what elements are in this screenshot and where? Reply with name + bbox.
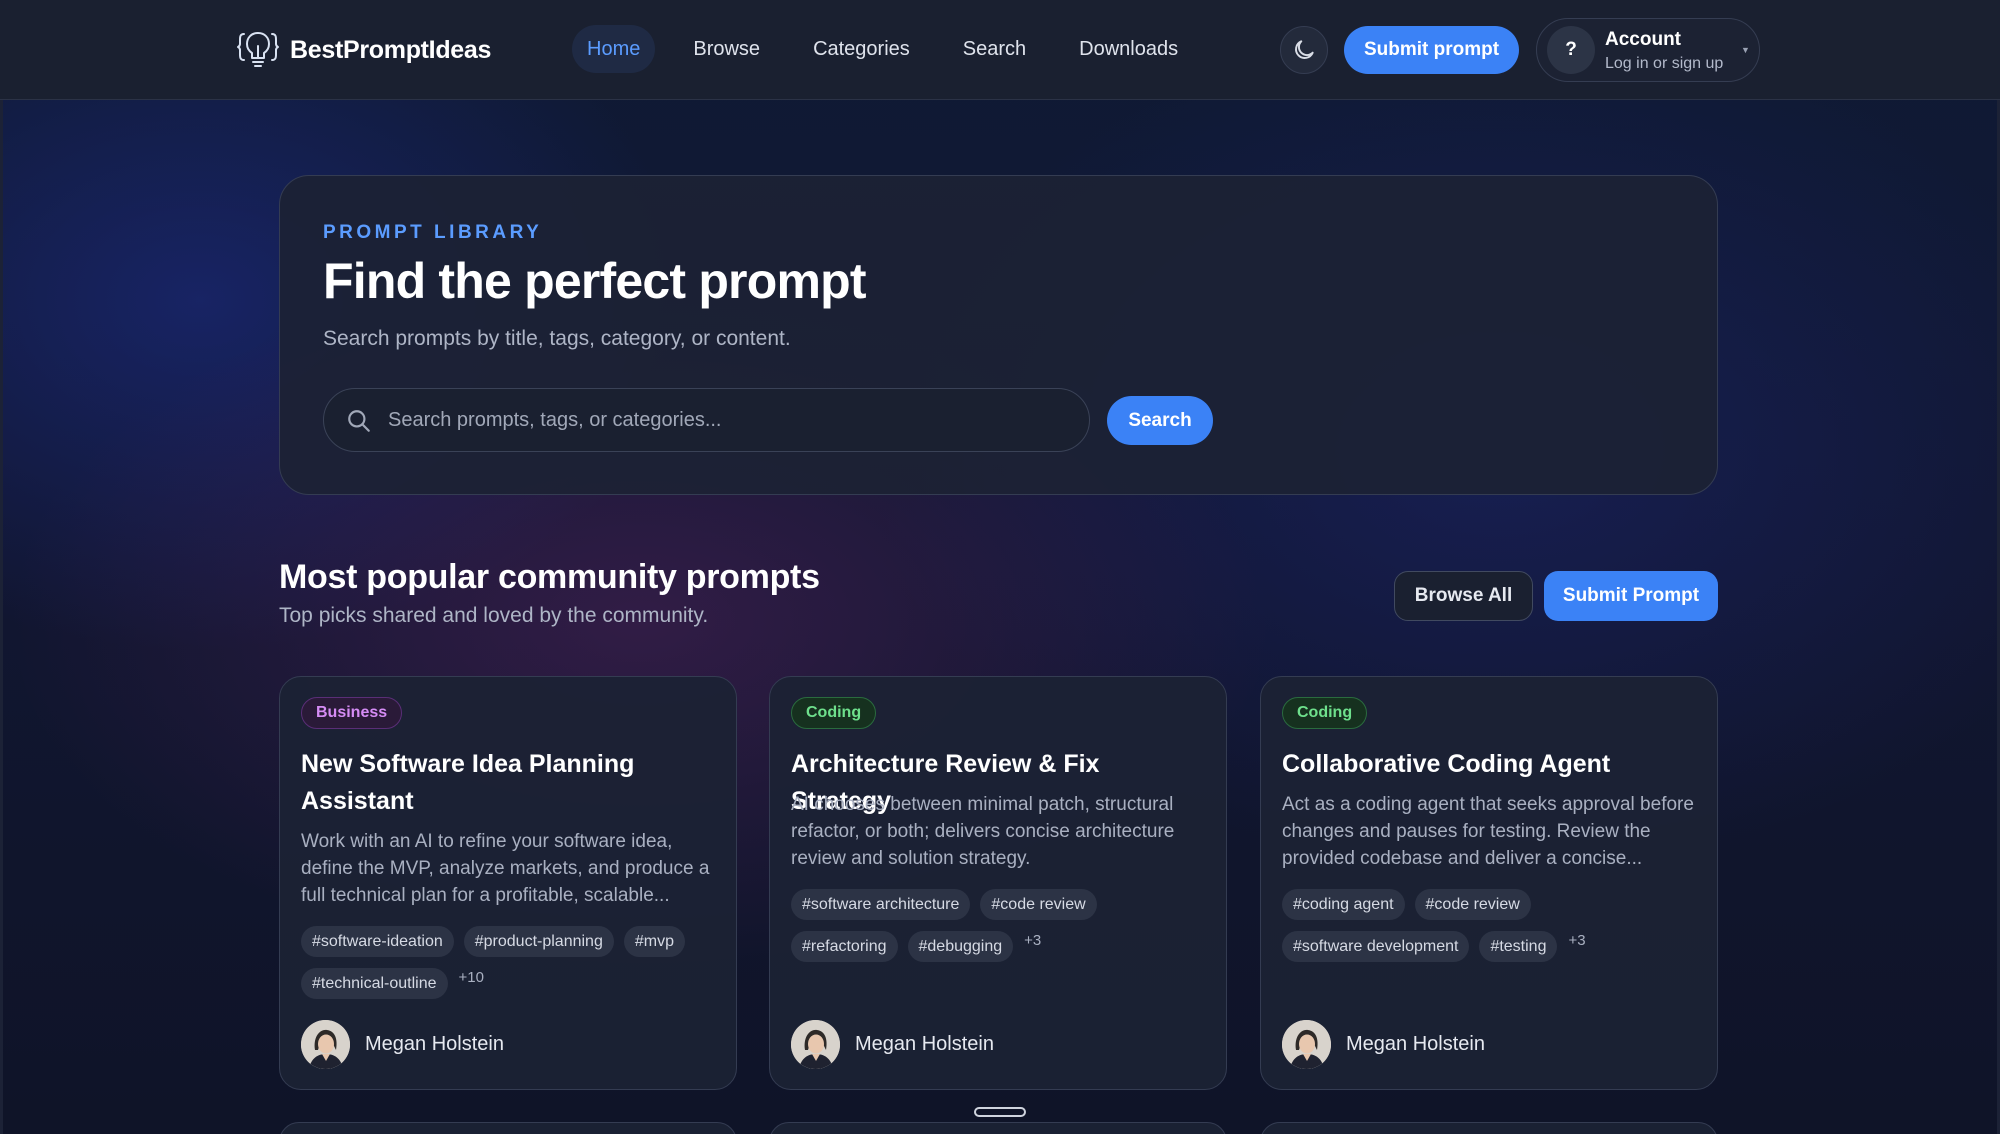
nav-home[interactable]: Home [572,25,656,73]
hero-eyebrow: PROMPT LIBRARY [323,222,543,243]
prompt-card[interactable]: Business New Software Idea Planning Assi… [279,676,737,1090]
more-tags-count: +3 [1568,932,1586,949]
tag-chip[interactable]: #software development [1282,931,1470,962]
card-title[interactable]: Collaborative Coding Agent [1282,746,1692,783]
window-edge-left [0,0,3,1134]
author[interactable]: Megan Holstein [1282,1020,1485,1069]
prompt-card-peek[interactable] [769,1122,1227,1134]
author-name: Megan Holstein [1346,1033,1485,1055]
browse-all-button[interactable]: Browse All [1394,571,1533,621]
section-title: Most popular community prompts [279,558,820,596]
prompt-card[interactable]: Coding Architecture Review & Fix Strateg… [769,676,1227,1090]
card-title[interactable]: New Software Idea Planning Assistant [301,746,711,820]
page-title: Find the perfect prompt [323,253,867,309]
tag-chip[interactable]: #software architecture [791,889,971,920]
tag-chip[interactable]: #software-ideation [301,926,454,957]
search-field[interactable] [323,388,1090,452]
theme-toggle-button[interactable] [1280,26,1328,74]
brand-name: BestPromptIdeas [290,35,492,64]
nav-categories[interactable]: Categories [798,25,925,73]
account-avatar: ? [1547,26,1595,74]
tag-chip[interactable]: #testing [1479,931,1558,962]
search-button[interactable]: Search [1107,396,1213,445]
user-avatar [301,1020,350,1069]
top-navbar: BestPromptIdeas Home Browse Categories S… [0,0,2000,100]
nav-downloads[interactable]: Downloads [1064,25,1193,73]
scroll-indicator[interactable] [974,1107,1026,1117]
category-badge[interactable]: Coding [791,697,877,729]
tag-list: #coding agent #code review #software dev… [1282,889,1702,962]
account-subtitle: Log in or sign up [1605,55,1724,72]
section-subtitle: Top picks shared and loved by the commun… [279,604,709,627]
nav-search[interactable]: Search [948,25,1041,73]
author[interactable]: Megan Holstein [301,1020,504,1069]
user-avatar [1282,1020,1331,1069]
nav-submit-prompt-button[interactable]: Submit prompt [1344,26,1519,74]
more-tags-count: +10 [458,969,484,986]
tag-chip[interactable]: #debugging [907,931,1014,962]
card-description: Act as a coding agent that seeks approva… [1282,794,1694,869]
submit-prompt-button[interactable]: Submit Prompt [1544,571,1718,621]
tag-list: #software-ideation #product-planning #mv… [301,926,721,999]
prompt-card[interactable]: Coding Collaborative Coding Agent Act as… [1260,676,1718,1090]
tag-chip[interactable]: #code review [980,889,1097,920]
tag-chip[interactable]: #code review [1414,889,1531,920]
author-name: Megan Holstein [855,1033,994,1055]
tag-chip[interactable]: #mvp [623,926,685,957]
search-input[interactable] [388,389,1068,451]
tag-list: #software architecture #code review #ref… [791,889,1211,962]
prompt-card-peek[interactable] [279,1122,737,1134]
brand-logo[interactable]: BestPromptIdeas [236,28,491,72]
prompt-card-peek[interactable] [1260,1122,1718,1134]
hero-search-panel: PROMPT LIBRARY Find the perfect prompt S… [279,175,1718,495]
lightbulb-brackets-icon [237,32,279,67]
card-description: Work with an AI to refine your software … [301,831,710,906]
tag-chip[interactable]: #coding agent [1282,889,1405,920]
nav-browse[interactable]: Browse [678,25,775,73]
hero-subtitle: Search prompts by title, tags, category,… [323,327,791,350]
account-title: Account [1605,29,1681,50]
user-avatar [791,1020,840,1069]
caret-down-icon: ▼ [1741,45,1750,55]
tag-chip[interactable]: #technical-outline [301,968,448,999]
category-badge[interactable]: Business [301,697,403,729]
author-name: Megan Holstein [365,1033,504,1055]
author[interactable]: Megan Holstein [791,1020,994,1069]
more-tags-count: +3 [1024,932,1042,949]
category-badge[interactable]: Coding [1282,697,1368,729]
tag-chip[interactable]: #product-planning [463,926,614,957]
primary-nav: Home Browse Categories Search Downloads [572,25,1216,73]
moon-icon [1295,40,1314,59]
account-menu[interactable]: ? Account Log in or sign up ▼ [1536,18,1760,82]
tag-chip[interactable]: #refactoring [791,931,898,962]
card-description: AI chooses between minimal patch, struct… [791,794,1175,869]
search-icon [348,410,370,432]
